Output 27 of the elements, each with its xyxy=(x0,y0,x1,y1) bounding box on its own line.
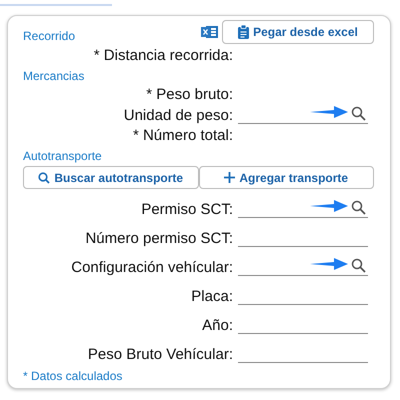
field-label: * Distancia recorrida: xyxy=(92,46,233,64)
field-label: * Peso bruto: xyxy=(145,86,233,103)
field-label: Placa: xyxy=(190,288,233,305)
search-icon xyxy=(38,172,50,184)
plus-icon xyxy=(224,172,236,183)
section-title: Recorrido xyxy=(23,29,76,43)
field-label: * Número total: xyxy=(132,127,233,144)
search-icon[interactable] xyxy=(351,258,366,273)
field-label: Número permiso SCT: xyxy=(84,230,233,247)
add-transport-button[interactable]: Agregar transporte xyxy=(198,166,374,189)
search-icon[interactable] xyxy=(351,106,366,120)
input-field[interactable] xyxy=(238,106,368,124)
clipboard-icon xyxy=(238,24,250,38)
section-title: Mercancias xyxy=(23,68,84,82)
search-transport-button[interactable]: Buscar autotransporte xyxy=(23,166,198,189)
spreadsheet-icon xyxy=(201,24,218,38)
field-label: Año: xyxy=(201,317,233,334)
input-field[interactable] xyxy=(238,200,368,218)
section-title: Autotransporte xyxy=(23,149,102,163)
search-icon[interactable] xyxy=(351,200,366,215)
input-field[interactable] xyxy=(238,258,368,276)
field-label: Unidad de peso: xyxy=(122,106,233,124)
footnote: * Datos calculados xyxy=(23,369,124,383)
paste-from-excel-button[interactable]: Pegar desde excel xyxy=(222,20,374,44)
field-label: Peso Bruto Vehícular: xyxy=(86,346,233,363)
field-label: Configuración vehícular: xyxy=(70,259,233,276)
field-label: Permiso SCT: xyxy=(140,201,233,218)
